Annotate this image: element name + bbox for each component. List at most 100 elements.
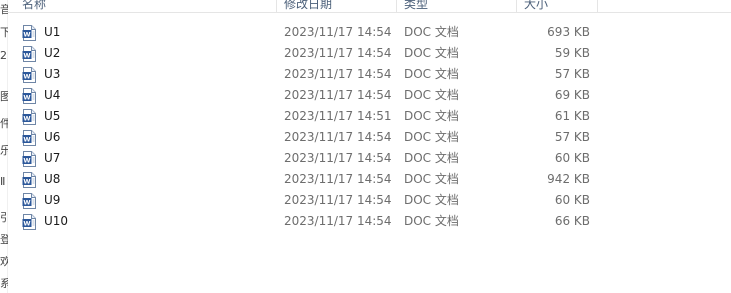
- word-document-icon: W: [22, 171, 36, 188]
- svg-text:W: W: [23, 156, 30, 164]
- file-list: W U1 2023/11/17 14:54 DOC 文档 693 KB W U2: [8, 22, 731, 232]
- word-document-icon: W: [22, 108, 36, 125]
- file-row[interactable]: W U4 2023/11/17 14:54 DOC 文档 69 KB: [8, 85, 731, 106]
- file-modified-date: 2023/11/17 14:54: [284, 46, 392, 60]
- file-row[interactable]: W U8 2023/11/17 14:54 DOC 文档 942 KB: [8, 169, 731, 190]
- file-size: 69 KB: [554, 88, 590, 102]
- file-type: DOC 文档: [404, 172, 459, 186]
- file-size: 57 KB: [554, 67, 590, 81]
- svg-text:W: W: [23, 51, 30, 59]
- word-document-icon: W: [22, 24, 36, 41]
- file-row[interactable]: W U5 2023/11/17 14:51 DOC 文档 61 KB: [8, 106, 731, 127]
- file-name-cell: W U4: [22, 85, 284, 106]
- svg-text:W: W: [23, 135, 30, 143]
- file-type: DOC 文档: [404, 214, 459, 228]
- nav-item-fragment[interactable]: 音: [0, 4, 8, 16]
- nav-item-fragment[interactable]: 登: [0, 234, 8, 246]
- svg-text:W: W: [23, 177, 30, 185]
- nav-item-fragment[interactable]: 引: [0, 212, 8, 224]
- file-name-cell: W U10: [22, 211, 284, 232]
- file-type: DOC 文档: [404, 151, 459, 165]
- svg-text:W: W: [23, 114, 30, 122]
- file-explorer-details-view: 音 下 2 图 件 乐 Ⅱ 引 登 欢 系 名称 修改日期 类型 大小 W U1…: [0, 0, 731, 293]
- file-name-cell: W U6: [22, 127, 284, 148]
- nav-item-fragment[interactable]: Ⅱ: [0, 176, 8, 188]
- file-type: DOC 文档: [404, 193, 459, 207]
- word-document-icon: W: [22, 129, 36, 146]
- file-modified-date: 2023/11/17 14:54: [284, 193, 392, 207]
- svg-text:W: W: [23, 219, 30, 227]
- file-modified-date: 2023/11/17 14:54: [284, 151, 392, 165]
- file-name: U2: [44, 46, 61, 60]
- file-size: 61 KB: [554, 109, 590, 123]
- file-name: U1: [44, 25, 61, 39]
- column-header-size[interactable]: 大小: [520, 0, 596, 13]
- file-modified-date: 2023/11/17 14:54: [284, 25, 392, 39]
- column-divider[interactable]: [516, 0, 517, 12]
- file-name: U6: [44, 130, 61, 144]
- file-name: U8: [44, 172, 61, 186]
- column-divider[interactable]: [276, 0, 277, 12]
- file-name-cell: W U5: [22, 106, 284, 127]
- file-type: DOC 文档: [404, 46, 459, 60]
- file-size: 942 KB: [547, 172, 590, 186]
- file-size: 59 KB: [554, 46, 590, 60]
- file-modified-date: 2023/11/17 14:54: [284, 130, 392, 144]
- nav-item-fragment[interactable]: 下: [0, 27, 8, 39]
- column-header-name[interactable]: 名称: [18, 0, 276, 13]
- svg-text:W: W: [23, 198, 30, 206]
- file-name: U10: [44, 214, 69, 228]
- file-name-cell: W U3: [22, 64, 284, 85]
- file-name-cell: W U7: [22, 148, 284, 169]
- nav-item-fragment[interactable]: 系: [0, 278, 8, 290]
- file-modified-date: 2023/11/17 14:54: [284, 88, 392, 102]
- svg-text:W: W: [23, 93, 30, 101]
- svg-text:W: W: [23, 72, 30, 80]
- file-row[interactable]: W U9 2023/11/17 14:54 DOC 文档 60 KB: [8, 190, 731, 211]
- file-type: DOC 文档: [404, 67, 459, 81]
- file-row[interactable]: W U2 2023/11/17 14:54 DOC 文档 59 KB: [8, 43, 731, 64]
- word-document-icon: W: [22, 192, 36, 209]
- file-modified-date: 2023/11/17 14:54: [284, 172, 392, 186]
- file-size: 60 KB: [554, 151, 590, 165]
- file-modified-date: 2023/11/17 14:54: [284, 67, 392, 81]
- file-name-cell: W U2: [22, 43, 284, 64]
- column-divider[interactable]: [396, 0, 397, 12]
- file-name-cell: W U1: [22, 22, 284, 43]
- file-name: U4: [44, 88, 61, 102]
- file-size: 60 KB: [554, 193, 590, 207]
- file-type: DOC 文档: [404, 109, 459, 123]
- nav-item-fragment[interactable]: 件: [0, 118, 8, 130]
- word-document-icon: W: [22, 45, 36, 62]
- nav-item-fragment[interactable]: 乐: [0, 145, 8, 157]
- file-row[interactable]: W U7 2023/11/17 14:54 DOC 文档 60 KB: [8, 148, 731, 169]
- word-document-icon: W: [22, 150, 36, 167]
- file-size: 693 KB: [547, 25, 590, 39]
- file-name-cell: W U8: [22, 169, 284, 190]
- word-document-icon: W: [22, 213, 36, 230]
- column-header-date[interactable]: 修改日期: [280, 0, 396, 13]
- nav-item-fragment[interactable]: 欢: [0, 256, 8, 268]
- file-type: DOC 文档: [404, 25, 459, 39]
- word-document-icon: W: [22, 66, 36, 83]
- file-row[interactable]: W U6 2023/11/17 14:54 DOC 文档 57 KB: [8, 127, 731, 148]
- column-header-type[interactable]: 类型: [400, 0, 516, 13]
- file-name: U3: [44, 67, 61, 81]
- file-row[interactable]: W U1 2023/11/17 14:54 DOC 文档 693 KB: [8, 22, 731, 43]
- column-divider[interactable]: [597, 0, 598, 12]
- file-name: U7: [44, 151, 61, 165]
- file-row[interactable]: W U10 2023/11/17 14:54 DOC 文档 66 KB: [8, 211, 731, 232]
- file-type: DOC 文档: [404, 130, 459, 144]
- file-type: DOC 文档: [404, 88, 459, 102]
- navigation-pane-edge: 音 下 2 图 件 乐 Ⅱ 引 登 欢 系: [0, 0, 8, 293]
- nav-item-fragment[interactable]: 图: [0, 91, 8, 103]
- file-modified-date: 2023/11/17 14:54: [284, 214, 392, 228]
- file-name: U5: [44, 109, 61, 123]
- nav-item-fragment[interactable]: 2: [0, 50, 8, 62]
- file-row[interactable]: W U3 2023/11/17 14:54 DOC 文档 57 KB: [8, 64, 731, 85]
- file-name: U9: [44, 193, 61, 207]
- file-size: 66 KB: [554, 214, 590, 228]
- file-name-cell: W U9: [22, 190, 284, 211]
- word-document-icon: W: [22, 87, 36, 104]
- file-modified-date: 2023/11/17 14:51: [284, 109, 392, 123]
